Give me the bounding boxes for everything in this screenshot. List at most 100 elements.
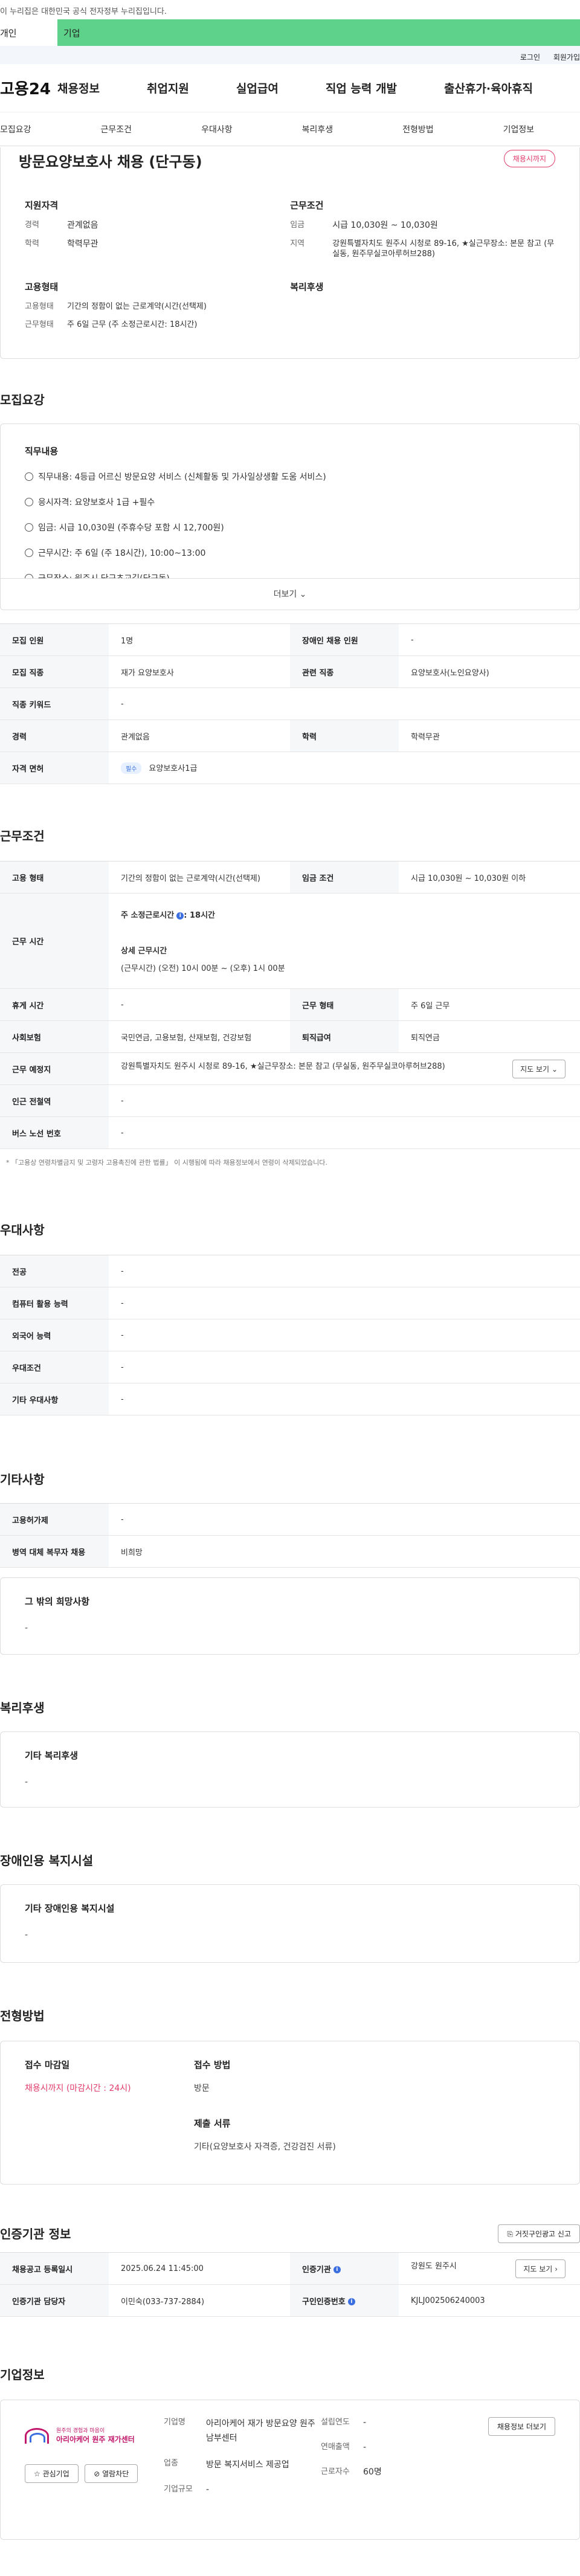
job-title: 방문요양보호사 채용 (단구동) [19, 153, 202, 170]
table-row: 외국어 능력 - [0, 1319, 580, 1351]
method-heading: 접수 방법 [194, 2059, 231, 2070]
gnb-item-parental-leave[interactable]: 출산휴가·육아휴직 [444, 80, 533, 96]
conditions-section-heading: 근무조건 [0, 829, 45, 843]
gnb-item-employment-support[interactable]: 취업지원 [147, 80, 189, 96]
circle-icon [25, 549, 33, 557]
table-cell: 기간의 정함이 없는 근로계약(시간(선택제) [109, 861, 290, 894]
table-header-cell: 모집 직종 [0, 655, 109, 688]
work-type-label: 근무형태 [25, 320, 54, 329]
wage-label: 임금 [290, 221, 305, 230]
table-header-cell: 퇴직급여 [290, 1020, 399, 1053]
section-nav-company[interactable]: 기업정보 [503, 123, 535, 135]
process-card: 접수 마감일 채용시까지 (마감시간 : 24시) 접수 방법 방문 제출 서류… [0, 2041, 580, 2185]
info-icon[interactable]: i [347, 2298, 355, 2305]
more-jobs-button[interactable]: 채용정보 더보기 [488, 2417, 555, 2436]
table-header-cell: 관련 직종 [290, 655, 399, 688]
section-nav-recruit[interactable]: 모집요강 [0, 123, 31, 135]
duty-card: 직무내용 직무내용: 4등급 어르신 방문요양 서비스 (신체활동 및 가사일상… [0, 423, 580, 610]
table-row: 자격 면허 필수 요양보호사1급 [0, 752, 580, 784]
recruit-heading: 모집요강 [0, 393, 45, 407]
section-nav-process[interactable]: 전형방법 [402, 123, 434, 135]
section-nav-conditions[interactable]: 근무조건 [101, 123, 132, 135]
welfare-card: 기타 복리후생 - [0, 1731, 580, 1808]
table-row: 모집 인원 1명 장애인 채용 인원 - [0, 623, 580, 656]
table-row: 전공 - [0, 1255, 580, 1287]
table-cell: 강원도 원주시 지도 보기 › [399, 2252, 580, 2285]
more-button[interactable]: 더보기 ⌄ [1, 578, 579, 610]
circle-icon [25, 523, 33, 532]
employees-label: 근로자수 [321, 2467, 350, 2476]
table-row: 모집 직종 재가 요양보호사 관련 직종 요양보호사(노인요양사) [0, 655, 580, 688]
gnb-item-jobs[interactable]: 채용정보 [57, 80, 100, 96]
table-row: 인근 전철역 - [0, 1084, 580, 1117]
circle-icon [25, 472, 33, 481]
preferences-table: 전공 - 컴퓨터 활용 능력 - 외국어 능력 - 우대조건 - 기타 우대사항 - [0, 1255, 580, 1415]
gnb-item-unemployment-benefit[interactable]: 실업급여 [236, 80, 279, 96]
list-item: 근무장소: 원주시 단구초교길(단구동) [25, 572, 555, 578]
wage-value: 시급 10,030원 ~ 10,030원 [332, 221, 438, 230]
process-heading: 전형방법 [0, 2009, 45, 2023]
tab-individual[interactable]: 개인 [0, 19, 57, 46]
table-cell: - [109, 687, 580, 720]
table-header-cell: 병역 대체 복무자 채용 [0, 1535, 109, 1568]
table-header-cell: 고용허가제 [0, 1503, 109, 1536]
section-nav-preferences[interactable]: 우대사항 [201, 123, 233, 135]
map-button[interactable]: 지도 보기 ⌄ [512, 1059, 566, 1078]
company-name-value: 아리아케어 재가 방문요양 원주 남부센터 [206, 2419, 315, 2443]
wish-value: - [25, 1623, 28, 1633]
info-icon[interactable]: i [333, 2266, 341, 2273]
info-icon[interactable]: i [176, 912, 184, 919]
table-header-cell: 장애인 채용 인원 [290, 623, 399, 656]
table-cell: 1명 [109, 623, 290, 656]
table-cell: 국민연금, 고용보험, 산재보험, 건강보험 [109, 1020, 290, 1053]
list-item: 응시자격: 요양보호사 1급 +필수 [25, 496, 555, 508]
table-cell: 학력무관 [399, 720, 580, 752]
tab-company[interactable]: 기업 [57, 19, 580, 46]
deadline-value: 채용시까지 (마감시간 : 24시) [25, 2084, 131, 2093]
table-row: 사회보험 국민연금, 고용보험, 산재보험, 건강보험 퇴직급여 퇴직연금 [0, 1020, 580, 1053]
gov-notice: 이 누리집은 대한민국 공식 전자정부 누리집입니다. [0, 0, 580, 19]
table-header-cell: 외국어 능력 [0, 1319, 109, 1351]
job-summary-card: 방문요양보호사 채용 (단구동) 채용시까지 지원자격 경력 관계없음 학력 학력무… [0, 147, 580, 359]
login-link[interactable]: 로그인 [520, 53, 540, 62]
table-cell: - [109, 1383, 580, 1415]
logo-mark-icon [25, 2424, 53, 2446]
table-cell: 2025.06.24 11:45:00 [109, 2252, 290, 2285]
cert-map-button[interactable]: 지도 보기 › [515, 2259, 566, 2278]
documents-heading: 제출 서류 [194, 2118, 231, 2129]
table-cell: 강원특별자치도 원주시 시청로 89-16, ★실근무장소: 본문 참고 (무실… [109, 1052, 580, 1085]
company-size-value: - [206, 2485, 210, 2495]
emp-type-value: 기간의 정함이 없는 근로계약(시간(선택제) [67, 301, 207, 311]
required-badge: 필수 [121, 762, 142, 774]
career-value: 관계없음 [67, 221, 98, 230]
qualification-heading: 지원자격 [25, 200, 59, 211]
cert-org-value: 강원도 원주시 [411, 2261, 457, 2271]
table-header-cell: 고용 형태 [0, 861, 109, 894]
section-nav-welfare[interactable]: 복리후생 [302, 123, 334, 135]
founded-label: 설립연도 [321, 2418, 350, 2427]
table-row: 기타 우대사항 - [0, 1383, 580, 1415]
site-logo[interactable]: 고용24 [0, 77, 57, 99]
emp-type-label: 고용형태 [25, 301, 54, 311]
table-header-cell: 채용공고 등록일시 [0, 2252, 109, 2285]
report-false-ad-button[interactable]: ⎘ 거짓구인광고 신고 [498, 2224, 580, 2243]
chevron-down-icon: ⌄ [551, 1064, 558, 1074]
disability-box-heading: 기타 장애인용 복지시설 [25, 1903, 115, 1914]
table-row: 직종 키워드 - [0, 687, 580, 720]
table-header-cell: 근무 형태 [290, 988, 399, 1021]
work-table: 고용 형태 기간의 정함이 없는 근로계약(시간(선택제) 임금 조건 시급 1… [0, 861, 580, 1149]
favorite-company-button[interactable]: ☆ 관심기업 [25, 2464, 79, 2483]
detail-hours-heading: 상세 근무시간 [121, 947, 167, 956]
table-cell: 주 6일 근무 [399, 988, 580, 1021]
table-header-cell: 모집 인원 [0, 623, 109, 656]
table-row: 경력 관계없음 학력 학력무관 [0, 720, 580, 752]
block-view-button[interactable]: ⊘ 열람차단 [85, 2464, 138, 2483]
weekly-hours-label: 주 소정근로시간 [121, 911, 175, 920]
table-cell: 요양보호사(노인요양사) [399, 655, 580, 688]
gnb-item-job-training[interactable]: 직업 능력 개발 [326, 80, 397, 96]
table-cell: - [109, 1255, 580, 1287]
table-cell: - [109, 1319, 580, 1351]
signup-link[interactable]: 회원가입 [553, 53, 580, 62]
table-cell: 퇴직연금 [399, 1020, 580, 1053]
table-row: 근무 시간 주 소정근로시간 i: 18시간 상세 근무시간 (근무시간) (오전… [0, 893, 580, 989]
